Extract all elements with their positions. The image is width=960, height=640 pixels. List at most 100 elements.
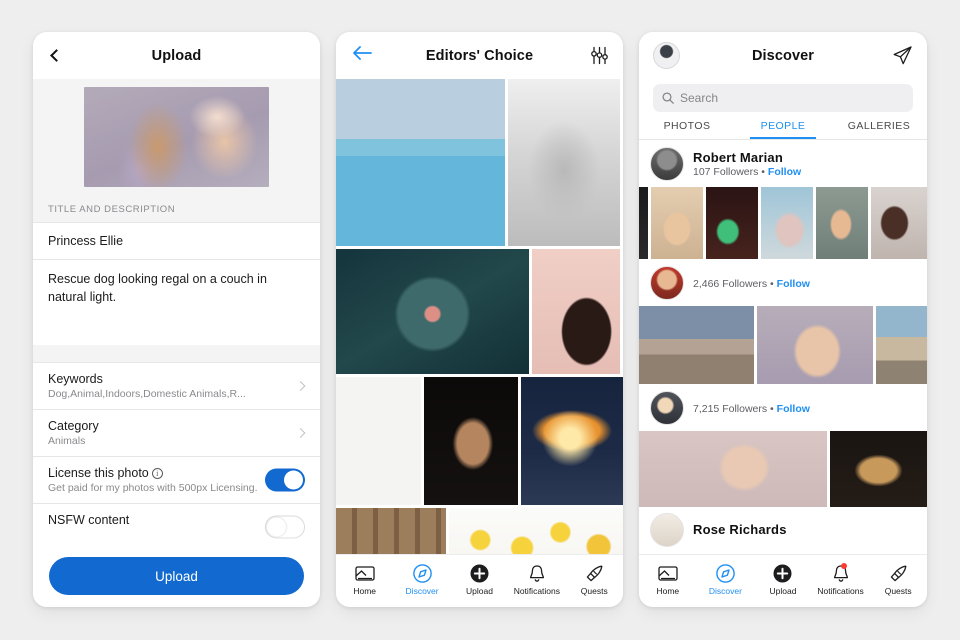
tab-photos[interactable]: PHOTOS	[639, 120, 735, 139]
nsfw-row[interactable]: NSFW content	[33, 503, 320, 550]
photo-thumb[interactable]	[830, 431, 927, 507]
search-input[interactable]: Search	[653, 84, 913, 112]
arrow-left-icon	[353, 46, 372, 60]
editors-choice-panel: Editors' Choice Home Discover Upload Not…	[336, 32, 623, 607]
photo-thumb[interactable]	[639, 187, 649, 259]
thumbnail-strip[interactable]	[639, 306, 927, 384]
paper-plane-icon	[893, 46, 912, 65]
tab-people[interactable]: PEOPLE	[735, 120, 831, 139]
people-feed[interactable]: Robert Marian 107 Followers • Follow 2,4…	[639, 140, 927, 567]
discover-tabs: PHOTOS PEOPLE GALLERIES	[639, 120, 927, 140]
filter-button[interactable]	[590, 46, 609, 65]
photo-tile-pool-swimmer[interactable]	[336, 79, 505, 246]
thumbnail-strip[interactable]	[639, 187, 927, 259]
bottom-tab-bar: Home Discover Upload Notifications Quest…	[336, 554, 623, 607]
title-input[interactable]: Princess Ellie	[33, 222, 320, 259]
compass-icon	[716, 564, 735, 583]
keywords-value: Dog,Animal,Indoors,Domestic Animals,R...	[48, 388, 246, 400]
license-row[interactable]: License this photo i Get paid for my phot…	[33, 456, 320, 503]
list-item[interactable]: Robert Marian 107 Followers • Follow	[639, 140, 927, 187]
photo-tile-aerial-mandala[interactable]	[336, 249, 529, 374]
photo-tile-wet-hair-portrait[interactable]	[424, 377, 518, 505]
follow-button[interactable]: Follow	[777, 403, 810, 415]
plus-circle-icon	[773, 564, 792, 583]
photo-thumb[interactable]	[815, 187, 868, 259]
send-button[interactable]	[892, 45, 913, 66]
photo-tile-bw-portrait[interactable]	[508, 79, 620, 246]
nsfw-label: NSFW content	[48, 513, 130, 527]
info-circle-icon[interactable]: i	[151, 468, 163, 479]
chevron-left-icon	[50, 48, 63, 62]
tab-discover[interactable]: Discover	[394, 564, 450, 596]
chevron-right-icon	[295, 428, 306, 438]
photo-thumb[interactable]	[757, 306, 873, 384]
photo-grid[interactable]	[336, 79, 623, 554]
category-value: Animals	[48, 435, 86, 447]
list-item[interactable]: 7,215 Followers • Follow	[639, 384, 927, 431]
preview-photo[interactable]	[84, 87, 269, 187]
upload-footer: Upload	[33, 545, 320, 607]
photo-tile-carousel-lights[interactable]	[521, 377, 623, 505]
grid-row	[336, 79, 623, 246]
photo-thumb[interactable]	[639, 431, 827, 507]
photo-thumb[interactable]	[875, 306, 927, 384]
follow-button[interactable]: Follow	[768, 166, 801, 178]
photo-thumb[interactable]	[870, 187, 927, 259]
photo-tile-wooden-slats[interactable]	[336, 508, 446, 554]
tab-discover[interactable]: Discover	[697, 564, 753, 596]
thumbnail-strip[interactable]	[639, 431, 927, 507]
meta-separator: •	[770, 402, 774, 415]
tab-home[interactable]: Home	[640, 564, 696, 596]
keywords-row[interactable]: Keywords Dog,Animal,Indoors,Domestic Ani…	[33, 362, 320, 409]
tab-label: Notifications	[817, 586, 864, 596]
license-label: License this photo i	[48, 466, 258, 480]
tab-galleries[interactable]: GALLERIES	[831, 120, 927, 139]
discover-nav-bar: Discover	[639, 32, 927, 79]
avatar[interactable]	[650, 391, 684, 425]
tab-notifications[interactable]: Notifications	[509, 564, 565, 596]
category-row[interactable]: Category Animals	[33, 409, 320, 456]
rocket-icon	[889, 564, 908, 583]
photo-tile-hair-profile[interactable]	[532, 249, 620, 374]
back-button[interactable]	[33, 47, 63, 65]
photo-tile-lemons[interactable]	[449, 508, 623, 554]
tab-notifications[interactable]: Notifications	[813, 563, 869, 596]
chevron-right-icon	[295, 381, 306, 391]
photo-thumb[interactable]	[706, 187, 758, 259]
tab-quests[interactable]: Quests	[870, 564, 926, 596]
photo-thumb[interactable]	[760, 187, 813, 259]
photo-thumb[interactable]	[639, 306, 755, 384]
license-toggle[interactable]	[265, 468, 305, 492]
tab-label: Home	[353, 586, 377, 596]
photo-thumb[interactable]	[651, 187, 704, 259]
follower-count: 107 Followers	[693, 166, 759, 178]
tab-label: Home	[656, 586, 680, 596]
photo-tile-icecream[interactable]	[336, 377, 421, 505]
user-name: Robert Marian	[693, 150, 784, 165]
meta-separator: •	[770, 277, 774, 290]
tab-quests[interactable]: Quests	[566, 564, 622, 596]
tab-upload[interactable]: Upload	[755, 564, 811, 596]
page-title: Upload	[151, 47, 202, 64]
follow-button[interactable]: Follow	[777, 278, 810, 290]
back-button[interactable]	[336, 46, 372, 65]
avatar[interactable]	[650, 266, 684, 300]
tab-label: Notifications	[513, 586, 561, 596]
list-item[interactable]: Rose Richards	[639, 507, 927, 553]
tab-upload[interactable]: Upload	[451, 564, 507, 596]
keywords-label: Keywords	[48, 372, 103, 386]
description-input[interactable]: Rescue dog looking regal on a couch in n…	[33, 259, 320, 345]
tab-label: Discover	[405, 586, 439, 596]
user-meta: 7,215 Followers • Follow	[693, 403, 810, 415]
upload-button[interactable]: Upload	[49, 557, 304, 595]
grid-row	[336, 508, 623, 554]
list-item[interactable]: 2,466 Followers • Follow	[639, 259, 927, 306]
avatar[interactable]	[650, 513, 684, 547]
nsfw-toggle[interactable]	[265, 515, 305, 539]
rocket-icon	[585, 564, 604, 583]
license-sub: Get paid for my photos with 500px Licens…	[48, 482, 258, 494]
avatar[interactable]	[650, 147, 684, 181]
tab-home[interactable]: Home	[337, 564, 393, 596]
upload-nav-bar: Upload	[33, 32, 320, 79]
grid-row	[336, 249, 623, 374]
